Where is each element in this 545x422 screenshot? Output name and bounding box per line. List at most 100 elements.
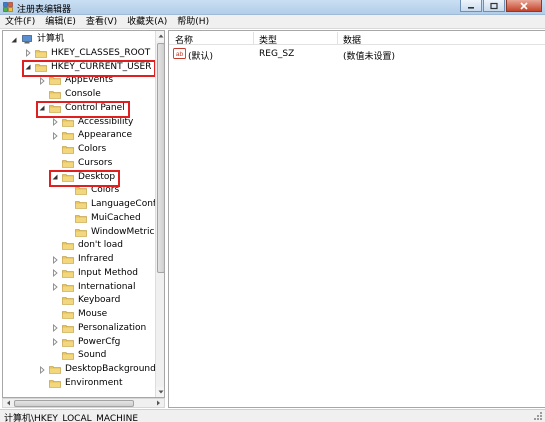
folder-icon: [62, 256, 74, 264]
tree-node[interactable]: Colors: [51, 143, 107, 156]
values-list[interactable]: 名称 类型 数据 ab (默认) REG_SZ (数值未设置): [168, 30, 545, 408]
tree-node[interactable]: Environment: [38, 377, 123, 390]
tree-node[interactable]: Infrared: [51, 253, 115, 266]
folder-icon: [75, 214, 87, 223]
folder-icon: [49, 91, 61, 99]
tree-node[interactable]: Keyboard: [51, 294, 121, 307]
tree-node[interactable]: don't load: [51, 239, 124, 252]
tree-node[interactable]: PowerCfg: [51, 336, 121, 349]
value-data: (数值未设置): [343, 52, 396, 62]
tree-hscroll-thumb[interactable]: [14, 400, 134, 407]
tree-node[interactable]: Appearance: [51, 129, 133, 142]
folder-icon: [49, 379, 61, 388]
folder-icon: [62, 118, 74, 127]
folder-icon: [62, 324, 74, 333]
tree-node-label: Sound: [78, 350, 107, 361]
table-row[interactable]: ab (默认) REG_SZ (数值未设置): [169, 47, 545, 62]
scroll-up-button[interactable]: [156, 31, 164, 41]
collapsed-arrow-icon[interactable]: [51, 324, 59, 333]
no-toggle-spacer: [51, 297, 59, 305]
no-toggle-spacer: [51, 352, 59, 360]
menu-favorites[interactable]: 收藏夹(A): [122, 15, 172, 29]
no-toggle-spacer: [64, 201, 72, 209]
maximize-button[interactable]: [483, 0, 505, 12]
menu-view[interactable]: 查看(V): [81, 15, 122, 29]
folder-icon: [35, 49, 47, 58]
tree-node[interactable]: Cursors: [51, 157, 113, 170]
tree-node[interactable]: Mouse: [51, 308, 108, 321]
tree-node[interactable]: International: [51, 281, 136, 294]
collapsed-arrow-icon[interactable]: [51, 118, 59, 126]
tree-scroll-thumb[interactable]: [157, 43, 164, 273]
no-toggle-spacer: [38, 91, 46, 99]
menu-bar: 文件(F) 编辑(E) 查看(V) 收藏夹(A) 帮助(H): [0, 15, 545, 29]
column-name-header[interactable]: 名称: [175, 33, 193, 46]
tree-node[interactable]: Sound: [51, 349, 107, 362]
tree-node-label: AppEvents: [65, 75, 114, 86]
no-toggle-spacer: [64, 228, 72, 236]
folder-icon: [62, 338, 74, 347]
tree-node[interactable]: 计算机: [10, 33, 65, 46]
menu-edit[interactable]: 编辑(E): [40, 15, 81, 29]
no-toggle-spacer: [64, 214, 72, 222]
close-icon: [520, 1, 528, 10]
folder-icon: [62, 146, 74, 154]
resize-grip-icon[interactable]: [533, 411, 543, 421]
folder-icon: [62, 283, 74, 292]
chevron-down-icon: [158, 390, 164, 394]
tree-node[interactable]: Personalization: [51, 322, 147, 335]
folder-icon: [75, 228, 87, 237]
tree-node-label: Cursors: [78, 157, 113, 168]
value-name: (默认): [188, 52, 214, 62]
tree-node-label: Mouse: [78, 309, 108, 319]
collapsed-arrow-icon[interactable]: [38, 365, 46, 374]
folder-icon: [75, 201, 87, 209]
expanded-arrow-icon[interactable]: [10, 36, 18, 44]
column-type-header[interactable]: 类型: [259, 33, 277, 46]
tree-node[interactable]: Input Method: [51, 267, 139, 280]
registry-editor-icon: [3, 2, 13, 12]
chevron-right-icon[interactable]: [154, 399, 163, 407]
scroll-down-button[interactable]: [156, 387, 164, 397]
tree-node-label: LanguageConfig: [91, 199, 165, 209]
tree-node-label: PowerCfg: [78, 336, 121, 347]
tree-node-label: HKEY_CLASSES_ROOT: [51, 47, 151, 58]
tree-node-label: WindowMetrics: [91, 226, 160, 237]
collapsed-arrow-icon[interactable]: [51, 338, 59, 346]
maximize-icon: [490, 2, 498, 9]
collapsed-arrow-icon[interactable]: [24, 49, 32, 58]
tree-node[interactable]: HKEY_CLASSES_ROOT: [24, 47, 151, 60]
tree-node[interactable]: LanguageConfig: [64, 198, 165, 211]
collapsed-arrow-icon[interactable]: [51, 131, 59, 140]
minimize-icon: [468, 6, 474, 9]
window-controls: [460, 0, 542, 13]
menu-help[interactable]: 帮助(H): [172, 15, 214, 29]
tree-horizontal-scrollbar[interactable]: [2, 398, 165, 408]
chevron-left-icon[interactable]: [4, 399, 13, 407]
tree-vertical-scrollbar[interactable]: [155, 31, 164, 397]
minimize-button[interactable]: [460, 0, 482, 12]
title-bar: 注册表编辑器: [0, 0, 545, 15]
tree-node[interactable]: MuiCached: [64, 212, 142, 225]
tree-node[interactable]: Console: [38, 88, 102, 101]
no-toggle-spacer: [51, 159, 59, 167]
menu-file[interactable]: 文件(F): [0, 15, 40, 29]
folder-icon: [62, 269, 74, 278]
tree-node-label: Infrared: [78, 254, 114, 264]
close-button[interactable]: [506, 0, 542, 12]
tree-node[interactable]: DesktopBackground: [38, 363, 157, 376]
tree-node-label: DesktopBackground: [65, 364, 156, 374]
folder-icon: [62, 311, 74, 319]
column-data-header[interactable]: 数据: [343, 33, 361, 46]
collapsed-arrow-icon[interactable]: [38, 76, 46, 85]
tree-node-label: Colors: [78, 144, 107, 154]
tree-node-label: Colors: [91, 185, 120, 196]
collapsed-arrow-icon[interactable]: [51, 269, 59, 278]
collapsed-arrow-icon[interactable]: [51, 255, 59, 264]
column-divider[interactable]: [337, 32, 338, 44]
registry-tree[interactable]: 计算机 HKEY_CLASSES_ROOT HKEY_CURRENT_USER App…: [2, 30, 165, 398]
collapsed-arrow-icon[interactable]: [51, 283, 59, 291]
no-toggle-spacer: [38, 379, 46, 387]
tree-node[interactable]: WindowMetrics: [64, 226, 160, 239]
column-divider[interactable]: [253, 32, 254, 44]
